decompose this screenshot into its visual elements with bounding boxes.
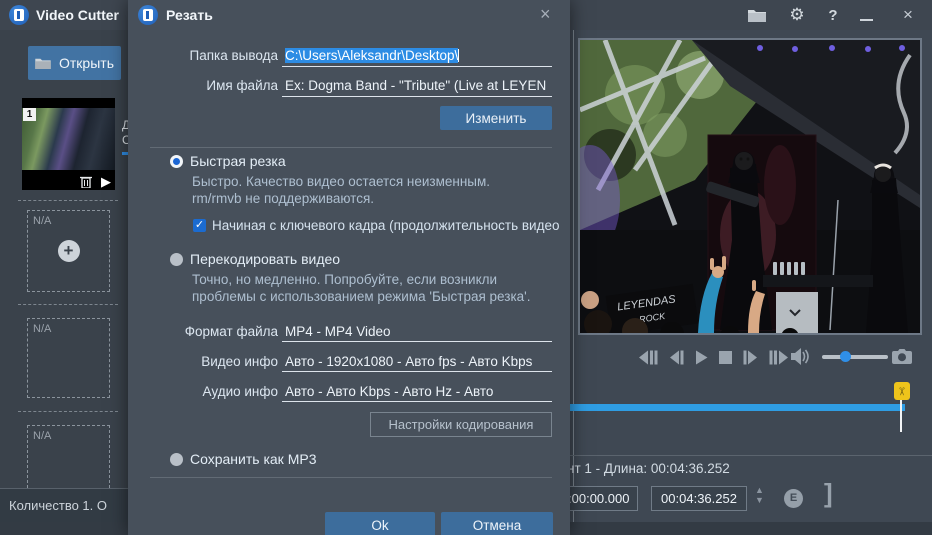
- playback-controls: [570, 345, 932, 369]
- clip-thumbnail[interactable]: 1 ▶: [22, 98, 115, 190]
- timeline-selection[interactable]: [570, 404, 905, 411]
- na-label: N/A: [33, 430, 51, 442]
- help-icon[interactable]: ?: [822, 0, 844, 30]
- step-down-icon[interactable]: ▼: [755, 495, 764, 505]
- snapshot-camera-icon[interactable]: [892, 348, 912, 364]
- panel-separator: [570, 455, 932, 456]
- keyframe-checkbox[interactable]: ✓: [193, 219, 206, 232]
- na-label: N/A: [33, 215, 51, 227]
- app-logo-icon: [9, 5, 29, 25]
- empty-slot[interactable]: N/A: [27, 318, 110, 398]
- video-info-label: Видео инфо: [128, 354, 278, 369]
- cut-marker-handle[interactable]: ✂: [894, 382, 910, 400]
- clip-count-bar: Количество 1. О: [0, 488, 130, 522]
- format-field[interactable]: MP4 - MP4 Video: [285, 324, 552, 339]
- list-separator: [18, 200, 118, 201]
- audio-info-field[interactable]: Авто - Авто Kbps - Авто Hz - Авто: [285, 384, 552, 399]
- video-frame: LEYENDAS ROCK: [580, 40, 920, 333]
- output-folder-value: C:\Users\Aleksandr\Desktop\: [285, 48, 458, 63]
- save-mp3-label[interactable]: Сохранить как MP3: [190, 451, 316, 467]
- fast-cut-radio[interactable]: [170, 155, 183, 168]
- audio-info-label: Аудио инфо: [128, 384, 278, 399]
- save-mp3-radio[interactable]: [170, 453, 183, 466]
- field-underline: [282, 66, 552, 67]
- scissors-icon: ✂: [896, 386, 909, 395]
- na-label: N/A: [33, 323, 51, 335]
- app-title: Video Cutter: [36, 7, 119, 23]
- clip-count-text: Количество 1. О: [0, 498, 107, 513]
- minimize-icon[interactable]: [854, 0, 878, 30]
- play-clip-icon[interactable]: ▶: [101, 175, 111, 188]
- video-info-field[interactable]: Авто - 1920x1080 - Авто fps - Авто Kbps: [285, 354, 552, 369]
- filename-field[interactable]: Ex: Dogma Band - "Tribute" (Live at LEYE…: [285, 78, 552, 93]
- open-button-label: Открыть: [59, 55, 114, 71]
- empty-slot[interactable]: N/A: [27, 425, 110, 488]
- step-up-icon[interactable]: ▲: [755, 485, 764, 495]
- format-label: Формат файла: [128, 324, 278, 339]
- trash-icon[interactable]: [80, 175, 92, 188]
- cut-dialog: Резать × Папка вывода C:\Users\Aleksandr…: [128, 0, 570, 535]
- stop-icon[interactable]: [719, 351, 732, 364]
- video-preview[interactable]: LEYENDAS ROCK: [578, 38, 922, 335]
- field-underline: [282, 401, 552, 402]
- panel-edge-line: [573, 30, 574, 522]
- output-folder-field[interactable]: C:\Users\Aleksandr\Desktop\: [285, 48, 552, 63]
- fast-cut-desc-1: Быстро. Качество видео остается неизменн…: [192, 174, 490, 189]
- filename-label: Имя файла: [128, 78, 278, 93]
- dialog-close-icon[interactable]: ×: [540, 4, 551, 25]
- encoder-settings-button[interactable]: Настройки кодирования: [370, 412, 552, 437]
- divider: [150, 477, 552, 478]
- keyframe-label[interactable]: Начиная с ключевого кадра (продолжительн…: [212, 218, 568, 233]
- reencode-desc-1: Точно, но медленно. Попробуйте, если воз…: [192, 272, 497, 287]
- field-underline: [282, 96, 552, 97]
- reencode-radio[interactable]: [170, 253, 183, 266]
- bracket-icon[interactable]: ]: [824, 478, 833, 509]
- open-button[interactable]: Открыть: [28, 46, 121, 80]
- list-separator: [18, 411, 118, 412]
- prev-frame-icon[interactable]: [669, 350, 684, 365]
- fast-cut-desc-2: rm/rmvb не поддерживаются.: [192, 191, 374, 206]
- empty-slot[interactable]: N/A +: [27, 210, 110, 292]
- cancel-button[interactable]: Отмена: [441, 512, 553, 535]
- cut-marker-line: [900, 400, 902, 432]
- volume-slider[interactable]: [822, 355, 888, 359]
- volume-knob[interactable]: [840, 351, 851, 362]
- next-frame-icon[interactable]: [743, 350, 758, 365]
- change-button[interactable]: Изменить: [440, 106, 552, 130]
- window-close-icon[interactable]: ×: [895, 0, 921, 30]
- time-stepper[interactable]: ▲ ▼: [755, 485, 764, 505]
- settings-gear-icon[interactable]: ⚙: [784, 0, 810, 30]
- clip-number-badge: 1: [23, 108, 36, 121]
- open-folder-icon[interactable]: [744, 0, 770, 30]
- end-marker-badge[interactable]: E: [784, 489, 803, 508]
- output-folder-label: Папка вывода: [128, 48, 278, 63]
- player-panel: LEYENDAS ROCK: [570, 30, 932, 522]
- field-underline: [282, 371, 552, 372]
- divider: [150, 147, 552, 148]
- dialog-logo-icon: [138, 5, 158, 25]
- next-keyframe-icon[interactable]: [769, 350, 789, 365]
- list-separator: [18, 304, 118, 305]
- folder-icon: [35, 57, 51, 69]
- play-icon[interactable]: [695, 350, 708, 365]
- prev-keyframe-icon[interactable]: [638, 350, 658, 365]
- reencode-desc-2: проблемы с использованием режима 'Быстра…: [192, 289, 530, 304]
- text-caret: [458, 49, 459, 62]
- end-time-field[interactable]: 00:04:36.252: [651, 486, 747, 511]
- fast-cut-label[interactable]: Быстрая резка: [190, 153, 286, 169]
- clip-sidebar: Открыть 1 ▶ Д С N/A + N/A N/A Количество…: [0, 30, 130, 522]
- speaker-icon[interactable]: [791, 348, 811, 365]
- field-underline: [282, 341, 552, 342]
- add-clip-icon[interactable]: +: [58, 240, 80, 262]
- reencode-label[interactable]: Перекодировать видео: [190, 251, 340, 267]
- dialog-title: Резать: [166, 7, 213, 23]
- ok-button[interactable]: Ok: [325, 512, 435, 535]
